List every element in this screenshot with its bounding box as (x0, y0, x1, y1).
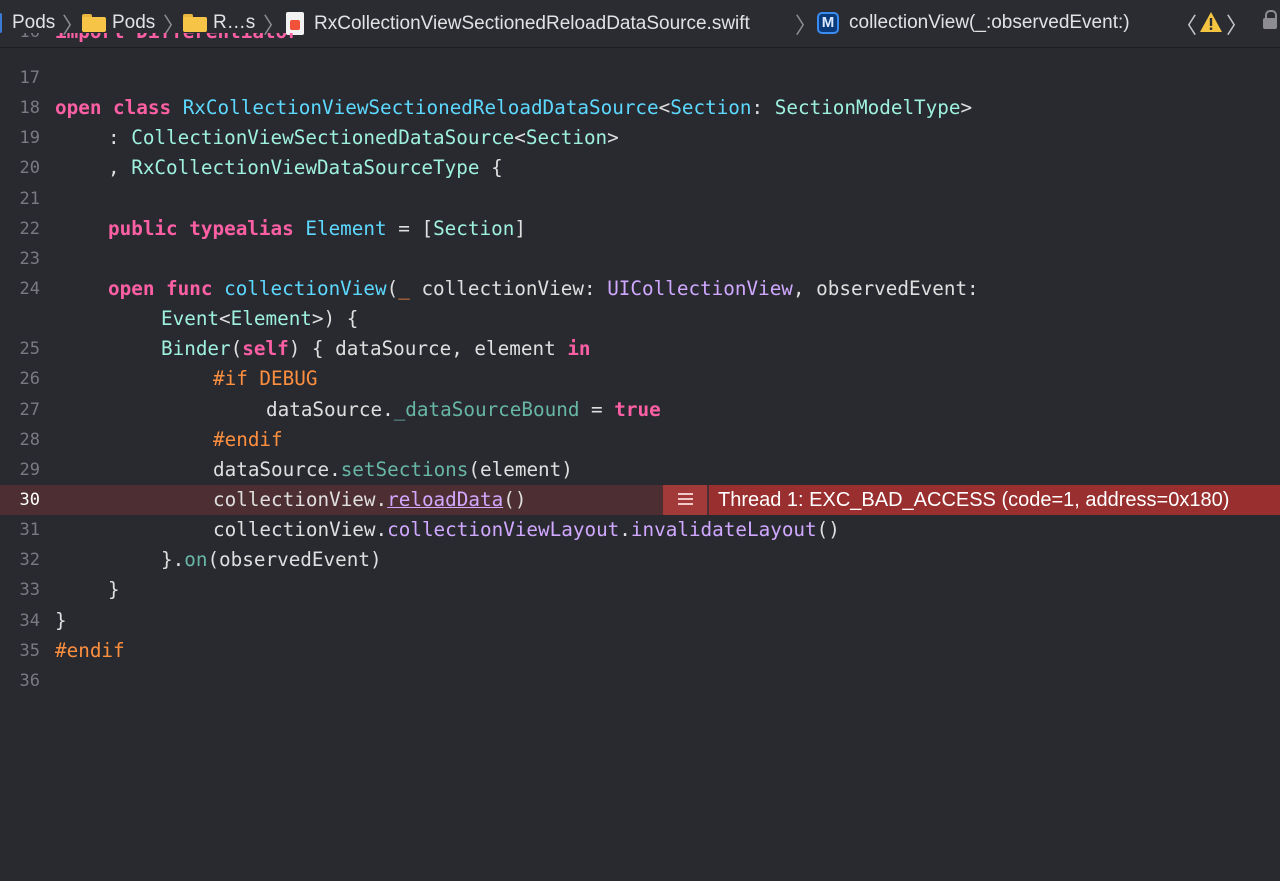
breadcrumb-label: Pods (12, 12, 56, 33)
breadcrumb-pods-project[interactable]: Pods (0, 12, 55, 34)
code-line-30[interactable]: collectionView.reloadData() (213, 485, 526, 515)
code-line-35[interactable]: #endif (55, 636, 125, 666)
line-number: 18 (19, 98, 40, 118)
breadcrumb-pods-folder[interactable]: Pods (82, 12, 155, 34)
line-number: 36 (19, 671, 40, 691)
breadcrumb-label: Pods (112, 12, 156, 33)
error-message[interactable]: Thread 1: EXC_BAD_ACCESS (code=1, addres… (709, 485, 1280, 515)
code-line-25[interactable]: Binder(self) { dataSource, element in (161, 334, 591, 364)
line-number: 32 (19, 550, 40, 570)
chevron-right-icon: 〉 (795, 14, 818, 39)
code-line-33[interactable]: } (108, 575, 120, 605)
code-line-partial[interactable]: import Differentiator (55, 33, 299, 47)
code-line-32[interactable]: }.on(observedEvent) (161, 545, 382, 575)
line-number: 35 (19, 641, 40, 661)
code-line-22[interactable]: public typealias Element = [Section] (108, 214, 526, 244)
line-number: 25 (19, 339, 40, 359)
breadcrumb-file[interactable]: RxCollectionViewSectionedReloadDataSourc… (286, 12, 750, 35)
code-line-28[interactable]: #endif (213, 425, 283, 455)
code-line-24[interactable]: open func collectionView(_ collectionVie… (108, 274, 979, 304)
project-icon (0, 13, 2, 33)
line-number-current: 30 (19, 490, 40, 510)
line-number: 22 (19, 219, 40, 239)
line-number: 16 (0, 33, 40, 47)
line-number: 33 (19, 580, 40, 600)
line-number: 21 (19, 189, 40, 209)
folder-icon (183, 14, 207, 32)
warning-icon[interactable] (1199, 11, 1223, 33)
folder-icon (82, 14, 106, 32)
lock-icon[interactable] (1263, 10, 1277, 30)
line-number: 20 (19, 158, 40, 178)
code-line-20[interactable]: , RxCollectionViewDataSourceType { (108, 153, 503, 183)
breadcrumb-label: R…s (213, 12, 256, 33)
line-number: 19 (19, 128, 40, 148)
breadcrumb-label: collectionView(_:observedEvent:) (849, 12, 1130, 33)
code-line-29[interactable]: dataSource.setSections(element) (213, 455, 573, 485)
code-line-31[interactable]: collectionView.collectionViewLayout.inva… (213, 515, 840, 545)
line-number: 28 (19, 430, 40, 450)
swift-file-icon (286, 12, 304, 35)
code-line-19[interactable]: : CollectionViewSectionedDataSource<Sect… (108, 123, 619, 153)
line-number: 29 (19, 460, 40, 480)
line-number: 26 (19, 369, 40, 389)
line-number: 17 (19, 68, 40, 88)
breadcrumb-label: RxCollectionViewSectionedReloadDataSourc… (314, 12, 750, 34)
chevron-right-icon[interactable]: 〉 (1226, 8, 1248, 40)
line-number: 27 (19, 400, 40, 420)
chevron-left-icon[interactable]: 〈 (1175, 8, 1197, 40)
breadcrumb-symbol[interactable]: M collectionView(_:observedEvent:) (817, 12, 1130, 34)
code-line-34[interactable]: } (55, 606, 67, 636)
reload-data-call[interactable]: reloadData (387, 488, 503, 511)
line-number: 24 (19, 279, 40, 299)
line-number: 31 (19, 520, 40, 540)
method-icon: M (817, 12, 839, 34)
code-line-18[interactable]: open class RxCollectionViewSectionedRelo… (55, 93, 972, 123)
line-number: 23 (19, 249, 40, 269)
list-icon (678, 493, 693, 507)
line-number: 34 (19, 611, 40, 631)
code-line-24-wrapped[interactable]: Event<Element>) { (161, 304, 358, 334)
code-line-26[interactable]: #if DEBUG (213, 364, 317, 394)
breadcrumb-rxdatasources-folder[interactable]: R…s (183, 12, 255, 34)
code-line-27[interactable]: dataSource._dataSourceBound = true (266, 395, 661, 425)
